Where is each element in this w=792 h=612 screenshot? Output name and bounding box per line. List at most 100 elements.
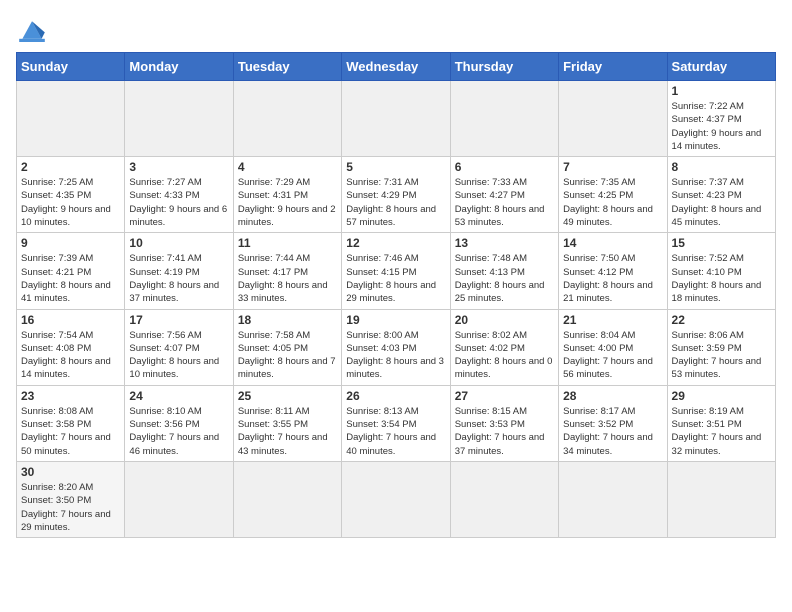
day-info: Sunrise: 7:27 AM Sunset: 4:33 PM Dayligh… <box>129 176 228 229</box>
calendar-cell <box>17 81 125 157</box>
day-number: 23 <box>21 389 120 403</box>
calendar-header-row: SundayMondayTuesdayWednesdayThursdayFrid… <box>17 53 776 81</box>
day-info: Sunrise: 8:00 AM Sunset: 4:03 PM Dayligh… <box>346 329 445 382</box>
calendar-cell: 30 Sunrise: 8:20 AM Sunset: 3:50 PM Dayli… <box>17 461 125 537</box>
day-info: Sunrise: 7:25 AM Sunset: 4:35 PM Dayligh… <box>21 176 120 229</box>
calendar-cell: 2Sunrise: 7:25 AM Sunset: 4:35 PM Daylig… <box>17 157 125 233</box>
day-info: Sunrise: 7:33 AM Sunset: 4:27 PM Dayligh… <box>455 176 554 229</box>
calendar-cell <box>125 461 233 537</box>
day-number: 4 <box>238 160 337 174</box>
day-header-tuesday: Tuesday <box>233 53 341 81</box>
day-number: 20 <box>455 313 554 327</box>
calendar-cell: 8 Sunrise: 7:37 AM Sunset: 4:23 PM Daylig… <box>667 157 775 233</box>
day-info: Sunrise: 7:44 AM Sunset: 4:17 PM Dayligh… <box>238 252 337 305</box>
day-info: Sunrise: 7:56 AM Sunset: 4:07 PM Dayligh… <box>129 329 228 382</box>
day-number: 9 <box>21 236 120 250</box>
day-number: 28 <box>563 389 662 403</box>
calendar-cell <box>667 461 775 537</box>
calendar-cell: 21 Sunrise: 8:04 AM Sunset: 4:00 PM Dayli… <box>559 309 667 385</box>
calendar: SundayMondayTuesdayWednesdayThursdayFrid… <box>16 52 776 538</box>
calendar-cell: 6 Sunrise: 7:33 AM Sunset: 4:27 PM Daylig… <box>450 157 558 233</box>
day-info: Sunrise: 7:29 AM Sunset: 4:31 PM Dayligh… <box>238 176 337 229</box>
calendar-week-row: 30 Sunrise: 8:20 AM Sunset: 3:50 PM Dayli… <box>17 461 776 537</box>
day-info: Sunrise: 8:19 AM Sunset: 3:51 PM Dayligh… <box>672 405 771 458</box>
calendar-cell: 5 Sunrise: 7:31 AM Sunset: 4:29 PM Daylig… <box>342 157 450 233</box>
day-info: Sunrise: 8:04 AM Sunset: 4:00 PM Dayligh… <box>563 329 662 382</box>
day-header-friday: Friday <box>559 53 667 81</box>
day-number: 11 <box>238 236 337 250</box>
day-info: Sunrise: 7:31 AM Sunset: 4:29 PM Dayligh… <box>346 176 445 229</box>
calendar-cell: 26Sunrise: 8:13 AM Sunset: 3:54 PM Dayli… <box>342 385 450 461</box>
calendar-week-row: 1Sunrise: 7:22 AM Sunset: 4:37 PM Daylig… <box>17 81 776 157</box>
day-number: 15 <box>672 236 771 250</box>
day-info: Sunrise: 7:58 AM Sunset: 4:05 PM Dayligh… <box>238 329 337 382</box>
day-number: 13 <box>455 236 554 250</box>
day-number: 29 <box>672 389 771 403</box>
day-number: 30 <box>21 465 120 479</box>
day-info: Sunrise: 7:52 AM Sunset: 4:10 PM Dayligh… <box>672 252 771 305</box>
calendar-cell: 19 Sunrise: 8:00 AM Sunset: 4:03 PM Dayli… <box>342 309 450 385</box>
calendar-cell <box>233 81 341 157</box>
day-info: Sunrise: 7:39 AM Sunset: 4:21 PM Dayligh… <box>21 252 120 305</box>
day-info: Sunrise: 8:20 AM Sunset: 3:50 PM Dayligh… <box>21 481 120 534</box>
calendar-cell: 11 Sunrise: 7:44 AM Sunset: 4:17 PM Dayli… <box>233 233 341 309</box>
day-number: 5 <box>346 160 445 174</box>
day-info: Sunrise: 7:50 AM Sunset: 4:12 PM Dayligh… <box>563 252 662 305</box>
calendar-cell: 3Sunrise: 7:27 AM Sunset: 4:33 PM Daylig… <box>125 157 233 233</box>
day-info: Sunrise: 7:37 AM Sunset: 4:23 PM Dayligh… <box>672 176 771 229</box>
calendar-week-row: 9 Sunrise: 7:39 AM Sunset: 4:21 PM Daylig… <box>17 233 776 309</box>
calendar-cell: 15 Sunrise: 7:52 AM Sunset: 4:10 PM Dayli… <box>667 233 775 309</box>
day-info: Sunrise: 8:13 AM Sunset: 3:54 PM Dayligh… <box>346 405 445 458</box>
calendar-cell: 10 Sunrise: 7:41 AM Sunset: 4:19 PM Dayli… <box>125 233 233 309</box>
calendar-week-row: 23 Sunrise: 8:08 AM Sunset: 3:58 PM Dayli… <box>17 385 776 461</box>
day-number: 27 <box>455 389 554 403</box>
calendar-cell: 14 Sunrise: 7:50 AM Sunset: 4:12 PM Dayli… <box>559 233 667 309</box>
calendar-cell: 7 Sunrise: 7:35 AM Sunset: 4:25 PM Daylig… <box>559 157 667 233</box>
day-info: Sunrise: 8:17 AM Sunset: 3:52 PM Dayligh… <box>563 405 662 458</box>
day-header-thursday: Thursday <box>450 53 558 81</box>
calendar-cell: 28 Sunrise: 8:17 AM Sunset: 3:52 PM Dayli… <box>559 385 667 461</box>
day-info: Sunrise: 8:11 AM Sunset: 3:55 PM Dayligh… <box>238 405 337 458</box>
day-number: 18 <box>238 313 337 327</box>
calendar-cell <box>233 461 341 537</box>
day-number: 16 <box>21 313 120 327</box>
calendar-cell: 25 Sunrise: 8:11 AM Sunset: 3:55 PM Dayli… <box>233 385 341 461</box>
day-number: 1 <box>672 84 771 98</box>
day-info: Sunrise: 8:06 AM Sunset: 3:59 PM Dayligh… <box>672 329 771 382</box>
calendar-cell <box>450 461 558 537</box>
header <box>16 16 776 44</box>
calendar-cell: 22Sunrise: 8:06 AM Sunset: 3:59 PM Dayli… <box>667 309 775 385</box>
day-number: 14 <box>563 236 662 250</box>
calendar-cell: 17 Sunrise: 7:56 AM Sunset: 4:07 PM Dayli… <box>125 309 233 385</box>
day-number: 21 <box>563 313 662 327</box>
calendar-cell <box>125 81 233 157</box>
calendar-cell: 24 Sunrise: 8:10 AM Sunset: 3:56 PM Dayli… <box>125 385 233 461</box>
calendar-cell <box>559 461 667 537</box>
day-number: 17 <box>129 313 228 327</box>
day-number: 24 <box>129 389 228 403</box>
calendar-cell <box>559 81 667 157</box>
day-info: Sunrise: 8:08 AM Sunset: 3:58 PM Dayligh… <box>21 405 120 458</box>
day-number: 8 <box>672 160 771 174</box>
day-info: Sunrise: 7:41 AM Sunset: 4:19 PM Dayligh… <box>129 252 228 305</box>
day-header-saturday: Saturday <box>667 53 775 81</box>
logo <box>16 16 52 44</box>
day-info: Sunrise: 7:48 AM Sunset: 4:13 PM Dayligh… <box>455 252 554 305</box>
day-number: 10 <box>129 236 228 250</box>
calendar-week-row: 16Sunrise: 7:54 AM Sunset: 4:08 PM Dayli… <box>17 309 776 385</box>
day-info: Sunrise: 8:15 AM Sunset: 3:53 PM Dayligh… <box>455 405 554 458</box>
logo-icon <box>16 16 48 44</box>
day-number: 6 <box>455 160 554 174</box>
calendar-cell: 1Sunrise: 7:22 AM Sunset: 4:37 PM Daylig… <box>667 81 775 157</box>
calendar-cell <box>450 81 558 157</box>
day-number: 7 <box>563 160 662 174</box>
calendar-cell: 20Sunrise: 8:02 AM Sunset: 4:02 PM Dayli… <box>450 309 558 385</box>
calendar-cell: 4 Sunrise: 7:29 AM Sunset: 4:31 PM Daylig… <box>233 157 341 233</box>
day-number: 19 <box>346 313 445 327</box>
day-info: Sunrise: 7:35 AM Sunset: 4:25 PM Dayligh… <box>563 176 662 229</box>
calendar-cell: 18 Sunrise: 7:58 AM Sunset: 4:05 PM Dayli… <box>233 309 341 385</box>
day-number: 25 <box>238 389 337 403</box>
calendar-week-row: 2Sunrise: 7:25 AM Sunset: 4:35 PM Daylig… <box>17 157 776 233</box>
day-info: Sunrise: 8:10 AM Sunset: 3:56 PM Dayligh… <box>129 405 228 458</box>
day-number: 12 <box>346 236 445 250</box>
